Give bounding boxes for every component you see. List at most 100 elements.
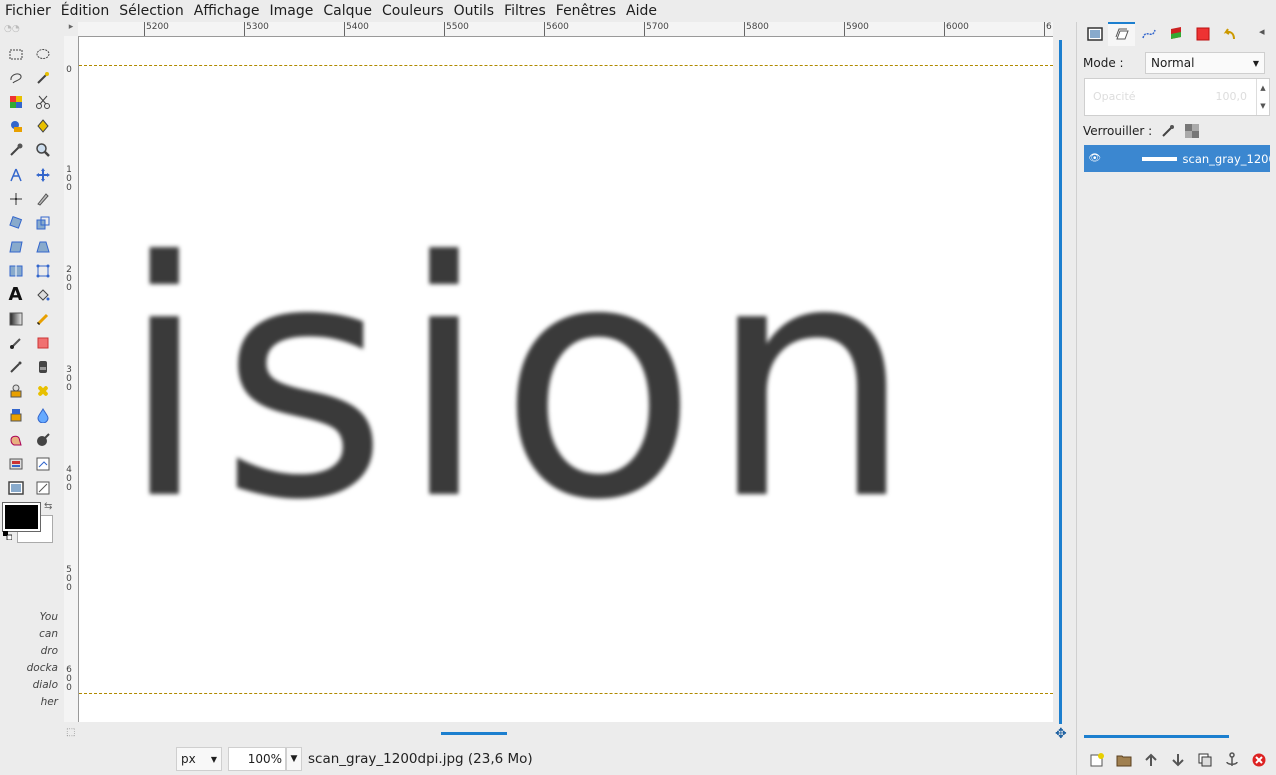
- airbrush-icon[interactable]: [2, 355, 29, 379]
- gradient-icon[interactable]: [2, 307, 29, 331]
- foreground-select-icon[interactable]: [2, 114, 29, 138]
- menu-calque[interactable]: Calque: [318, 0, 377, 22]
- pencil-icon[interactable]: [29, 307, 56, 331]
- unit-select[interactable]: px ▼: [176, 747, 222, 771]
- menu-edition[interactable]: Édition: [56, 0, 114, 22]
- menu-fenetres[interactable]: Fenêtres: [551, 0, 621, 22]
- tab-layers[interactable]: [1081, 22, 1108, 46]
- ruler-label: 5600: [546, 22, 569, 32]
- heal-icon[interactable]: [29, 379, 56, 403]
- swap-colors-icon[interactable]: ⇆: [44, 501, 52, 512]
- opacity-slider[interactable]: Opacité 100,0 ▲ ▼: [1084, 78, 1270, 116]
- zoom-value: 100%: [247, 752, 282, 766]
- mode-select[interactable]: Normal ▼: [1145, 52, 1265, 74]
- layers-dock: Mode : Normal ▼ Opacité 100,0 ▲ ▼ Verrouil…: [1076, 22, 1276, 775]
- foreground-color-swatch[interactable]: [2, 502, 41, 532]
- perspective-icon[interactable]: [29, 235, 56, 259]
- images-icon[interactable]: [2, 476, 29, 500]
- layer-name[interactable]: scan_gray_1200dpi.jpg: [1183, 152, 1271, 166]
- spin-up-icon: ▲: [1260, 84, 1266, 92]
- ellipse-select-icon[interactable]: [29, 42, 56, 66]
- dock-hint-line: docka: [26, 662, 58, 674]
- tab-channels[interactable]: [1108, 22, 1135, 46]
- scale-icon[interactable]: [29, 211, 56, 235]
- flip-icon[interactable]: [2, 259, 29, 283]
- new-layer-icon[interactable]: [1083, 748, 1110, 772]
- dock-horizontal-scrollbar[interactable]: [1084, 735, 1229, 738]
- lock-row: Verrouiller :: [1083, 121, 1200, 141]
- eraser-icon[interactable]: [29, 331, 56, 355]
- dock-hint-text: You can dro docka dialo her: [0, 609, 58, 711]
- measure-icon[interactable]: [2, 162, 29, 186]
- color-select-icon[interactable]: [2, 90, 29, 114]
- paths-icon[interactable]: [29, 114, 56, 138]
- tab-colormap[interactable]: [1162, 22, 1189, 46]
- clone-icon[interactable]: [2, 379, 29, 403]
- dodge-burn-icon[interactable]: [29, 428, 56, 452]
- lock-label: Verrouiller :: [1083, 124, 1153, 138]
- layer-row[interactable]: 👁 scan_gray_1200dpi.jpg: [1084, 145, 1270, 172]
- document-icon[interactable]: [29, 476, 56, 500]
- align-icon[interactable]: [2, 187, 29, 211]
- menu-couleurs[interactable]: Couleurs: [377, 0, 449, 22]
- text-icon[interactable]: A: [2, 283, 29, 307]
- quick-mask-icon[interactable]: ⬚: [66, 727, 75, 738]
- dock-config-icon[interactable]: ◂: [1259, 25, 1265, 38]
- lock-alpha-icon[interactable]: [1184, 123, 1200, 139]
- bucket-fill-icon[interactable]: [29, 283, 56, 307]
- new-group-icon[interactable]: [1110, 748, 1137, 772]
- horizontal-scrollbar[interactable]: [441, 732, 507, 735]
- scissors-icon[interactable]: [29, 90, 56, 114]
- lower-layer-icon[interactable]: [1164, 748, 1191, 772]
- duplicate-layer-icon[interactable]: [1191, 748, 1218, 772]
- menu-filtres[interactable]: Filtres: [499, 0, 551, 22]
- crop-icon[interactable]: [29, 187, 56, 211]
- device-status-icon[interactable]: [2, 452, 29, 476]
- raise-layer-icon[interactable]: [1137, 748, 1164, 772]
- default-colors-icon[interactable]: [3, 531, 12, 540]
- vertical-ruler[interactable]: 0 100 200 300 400 500 600: [64, 36, 79, 722]
- horizontal-ruler[interactable]: 5200 5300 5400 5500 5600 5700 5800 5900 …: [78, 22, 1053, 37]
- lock-pixels-icon[interactable]: [1160, 123, 1176, 139]
- layer-list[interactable]: 👁 scan_gray_1200dpi.jpg: [1084, 145, 1270, 735]
- ruler-label: 5300: [246, 22, 269, 32]
- opacity-spinner[interactable]: ▲ ▼: [1256, 79, 1269, 115]
- menu-outils[interactable]: Outils: [449, 0, 499, 22]
- smudge-icon[interactable]: [2, 428, 29, 452]
- move-icon[interactable]: [29, 162, 56, 186]
- status-file-info: scan_gray_1200dpi.jpg (23,6 Mo): [308, 751, 533, 767]
- tab-paths[interactable]: [1135, 22, 1162, 46]
- menu-affichage[interactable]: Affichage: [189, 0, 265, 22]
- anchor-layer-icon[interactable]: [1218, 748, 1245, 772]
- free-select-icon[interactable]: [2, 66, 29, 90]
- tool-options-icon[interactable]: [29, 452, 56, 476]
- image-canvas[interactable]: ision: [79, 37, 1053, 722]
- menu-selection[interactable]: Sélection: [114, 0, 189, 22]
- perspective-clone-icon[interactable]: [2, 403, 29, 427]
- cage-icon[interactable]: [29, 259, 56, 283]
- color-picker-icon[interactable]: [2, 138, 29, 162]
- gimp-logo-icon: ◔◔: [4, 24, 20, 34]
- vertical-scrollbar[interactable]: [1059, 40, 1062, 724]
- menu-image[interactable]: Image: [265, 0, 319, 22]
- navigate-icon[interactable]: ✥: [1055, 726, 1067, 742]
- layer-buttons: [1083, 748, 1273, 772]
- statusbar: px ▼ 100% ▼ scan_gray_1200dpi.jpg (23,6 M…: [176, 746, 533, 772]
- tab-histogram[interactable]: [1189, 22, 1216, 46]
- rect-select-icon[interactable]: [2, 42, 29, 66]
- tab-undo[interactable]: [1216, 22, 1243, 46]
- delete-layer-icon[interactable]: [1245, 748, 1272, 772]
- menu-aide[interactable]: Aide: [621, 0, 662, 22]
- menu-fichier[interactable]: Fichier: [0, 0, 56, 22]
- blur-icon[interactable]: [29, 403, 56, 427]
- shear-icon[interactable]: [2, 235, 29, 259]
- rotate-icon[interactable]: [2, 211, 29, 235]
- paintbrush-icon[interactable]: [2, 331, 29, 355]
- ink-icon[interactable]: [29, 355, 56, 379]
- ruler-corner-button[interactable]: ▸: [64, 22, 78, 36]
- fuzzy-select-icon[interactable]: [29, 66, 56, 90]
- visibility-eye-icon[interactable]: 👁: [1086, 153, 1104, 164]
- zoom-icon[interactable]: [29, 138, 56, 162]
- zoom-input[interactable]: 100%: [228, 747, 286, 771]
- zoom-dropdown-button[interactable]: ▼: [286, 747, 302, 771]
